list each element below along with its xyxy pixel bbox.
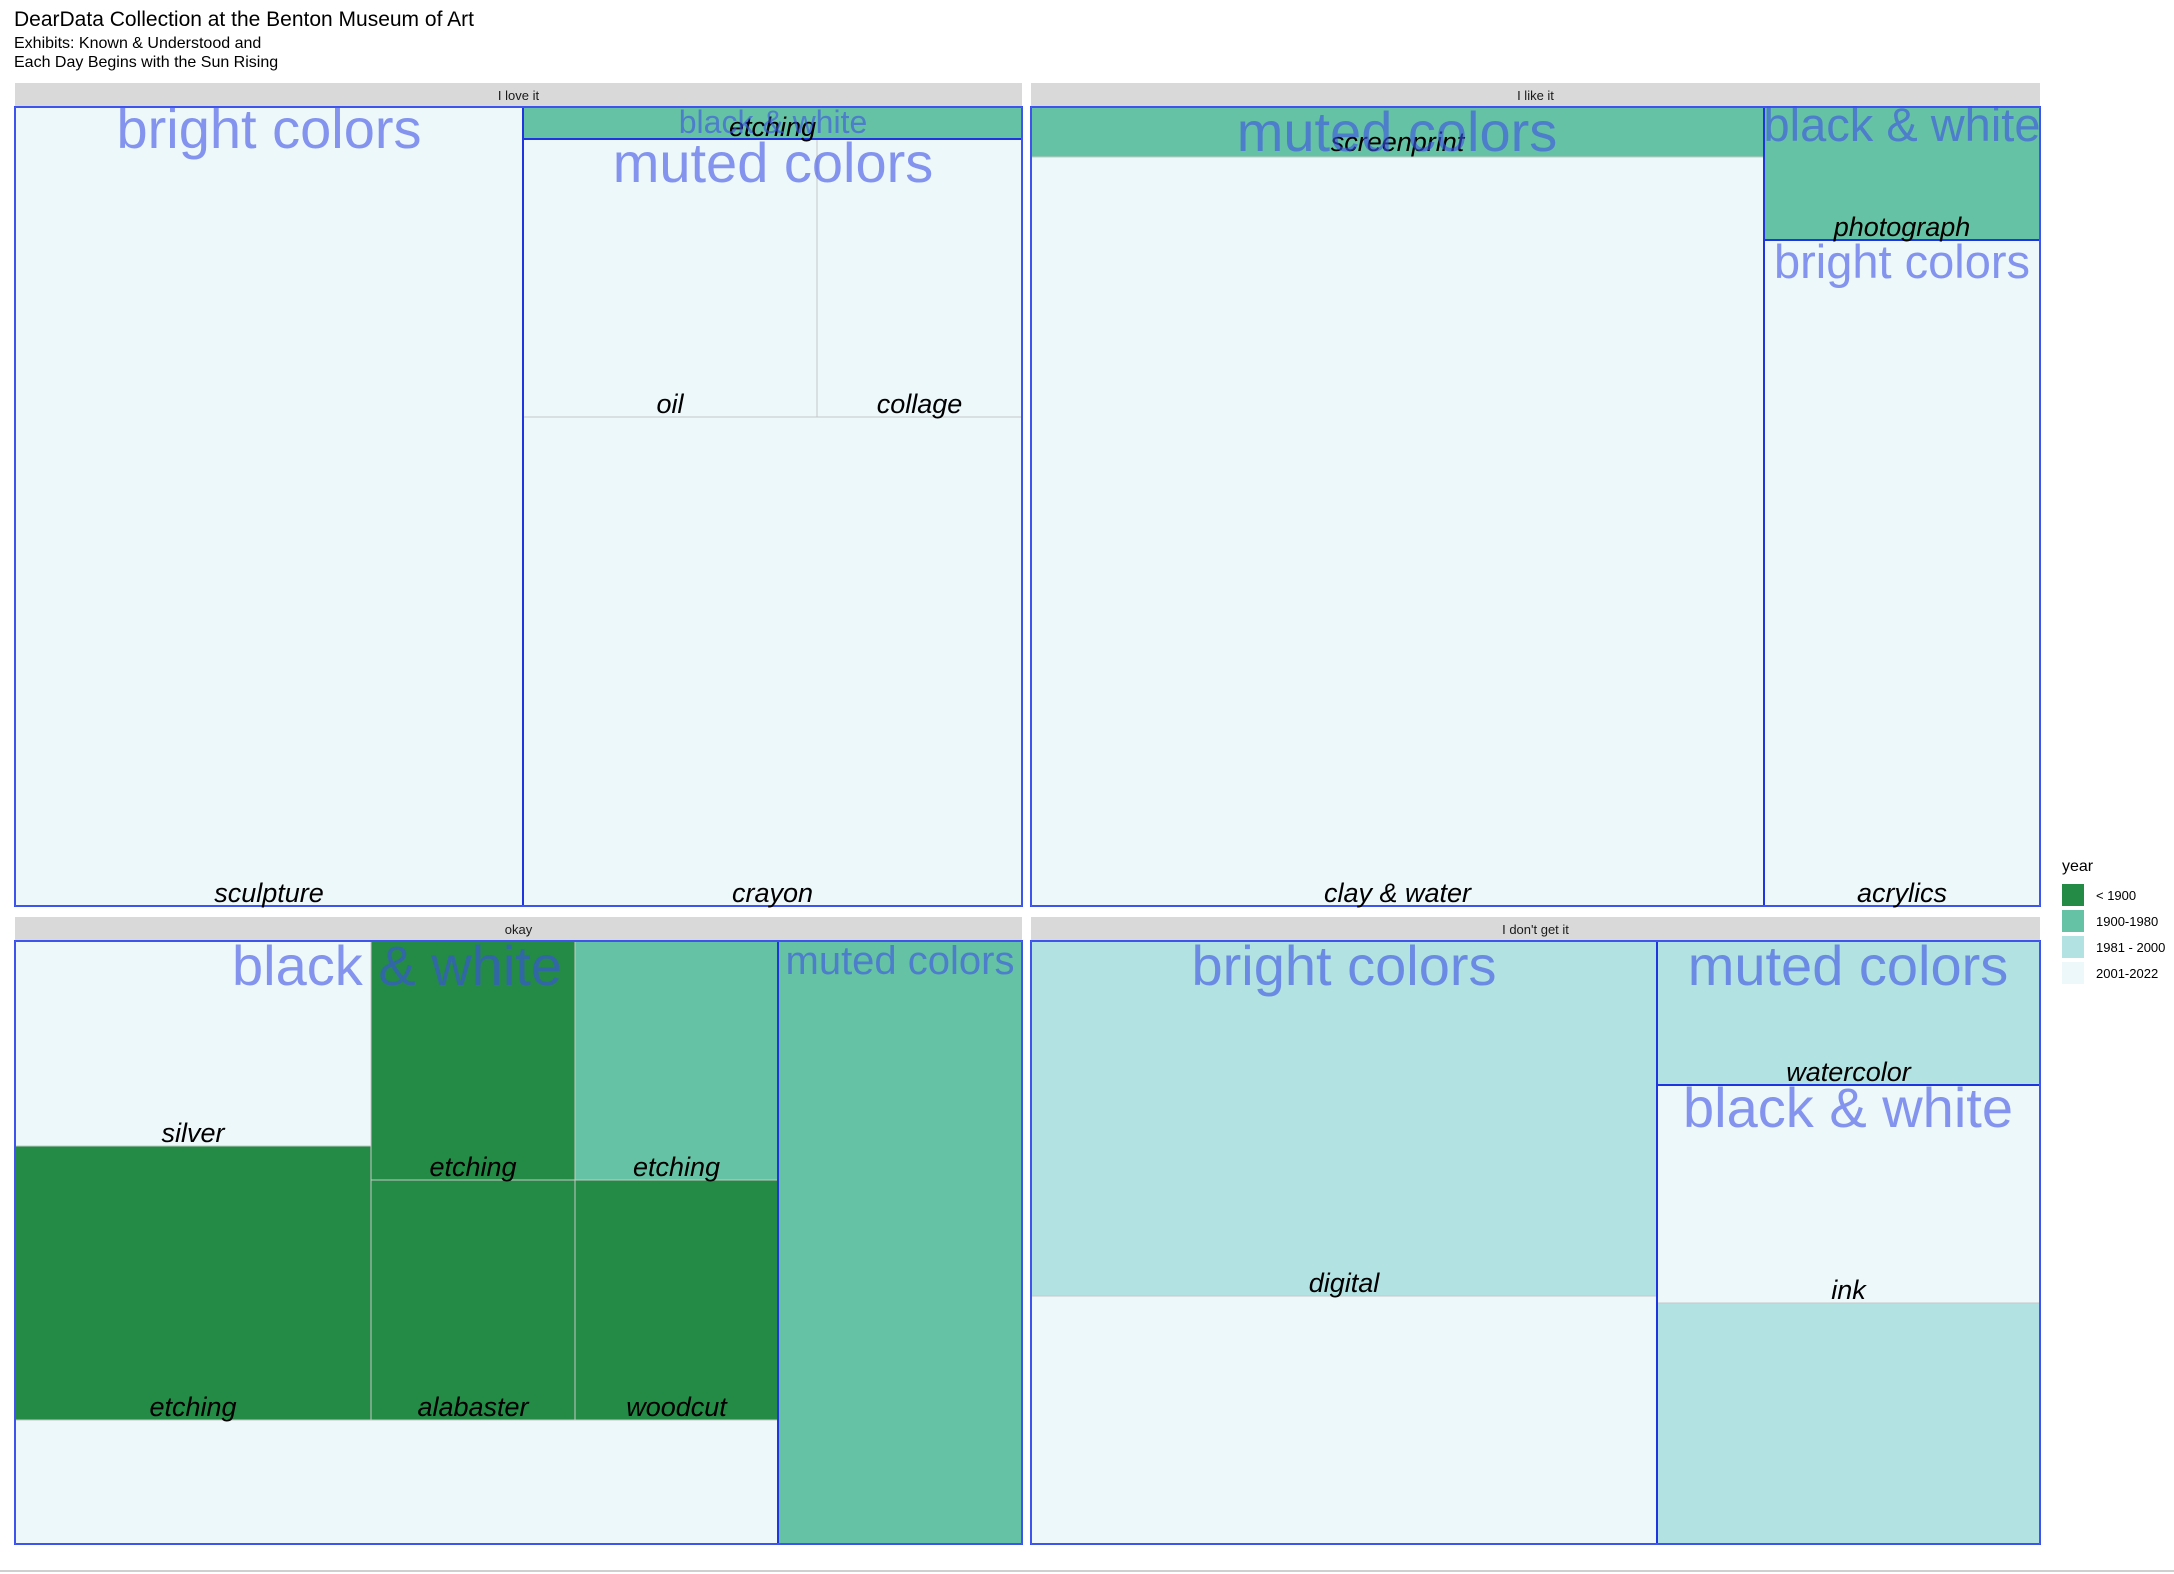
legend-swatch [2062, 884, 2084, 906]
facet-panel: I don't get itdigitalwatercolorinkbright… [1030, 917, 2041, 1545]
tile-label: alabaster [417, 1392, 529, 1422]
tile-label: etching [633, 1152, 720, 1182]
treemap-tile [574, 940, 779, 1181]
tile-label: digital [1309, 1268, 1381, 1298]
tile-label: silver [161, 1118, 225, 1148]
legend-swatch [2062, 962, 2084, 984]
treemap-tile [370, 1179, 576, 1421]
year-legend: year < 1900 1900-1980 1981 - 2000 2001-2… [2062, 858, 2165, 986]
group-label: muted colors [1237, 100, 1558, 163]
treemap-chart: I love it sculpture etching oil collage crayo… [14, 83, 2041, 1545]
treemap-tile [1656, 1302, 2041, 1545]
tile-label: ink [1831, 1275, 1867, 1305]
window-bottom-divider [0, 1570, 2174, 1572]
legend-swatch [2062, 910, 2084, 932]
treemap-tile [1763, 239, 2041, 907]
group-label: black & white [232, 934, 562, 997]
legend-item: < 1900 [2062, 882, 2165, 908]
group-label: muted colors [613, 131, 934, 194]
group-label: black & white [1683, 1076, 2013, 1139]
facet-panel: I love itsculptureetchingoil collagecrayo… [14, 83, 1023, 908]
treemap-tile [777, 940, 1023, 1545]
group-label: bright colors [116, 97, 421, 160]
group-label: black & white [1764, 98, 2041, 151]
group-label: muted colors [786, 939, 1015, 983]
legend-item: 1900-1980 [2062, 908, 2165, 934]
facet-strip-label: I don't get it [1502, 922, 1569, 937]
legend-label: 1900-1980 [2096, 913, 2159, 929]
tile-label: acrylics [1857, 878, 1947, 908]
group-label: bright colors [1191, 934, 1496, 997]
facet-panel: I like itscreenprintclay & waterphotogra… [1030, 83, 2041, 908]
legend-item: 1981 - 2000 [2062, 934, 2165, 960]
tile-label: woodcut [626, 1392, 728, 1422]
legend-label: 1981 - 2000 [2096, 939, 2166, 955]
facet-strip-label: I love it [498, 88, 540, 103]
group-label: muted colors [1688, 934, 2009, 997]
tile-label: clay & water [1324, 878, 1472, 908]
tile-label: etching [149, 1392, 236, 1422]
treemap-tile [1030, 156, 1765, 907]
legend-label: < 1900 [2096, 887, 2137, 903]
tile-label: etching [429, 1152, 516, 1182]
treemap-tile [14, 1419, 779, 1545]
tile-label: oil [656, 389, 684, 419]
legend-label: 2001-2022 [2096, 965, 2159, 981]
tile-label: collage [877, 389, 963, 419]
treemap-tile [522, 416, 1023, 907]
legend-swatch [2062, 936, 2084, 958]
treemap-tile [574, 1179, 779, 1421]
group-label: bright colors [1774, 235, 2030, 288]
facet-panel: okaysilveretchingetchingetchingalabaster… [14, 917, 1023, 1545]
treemap-tile [14, 1145, 372, 1421]
treemap-tile [14, 106, 524, 907]
legend-item: 2001-2022 [2062, 960, 2165, 986]
treemap-tile [1030, 1295, 1658, 1545]
tile-label: sculpture [214, 878, 324, 908]
tile-label: crayon [732, 878, 813, 908]
legend-title: year [2062, 858, 2094, 875]
